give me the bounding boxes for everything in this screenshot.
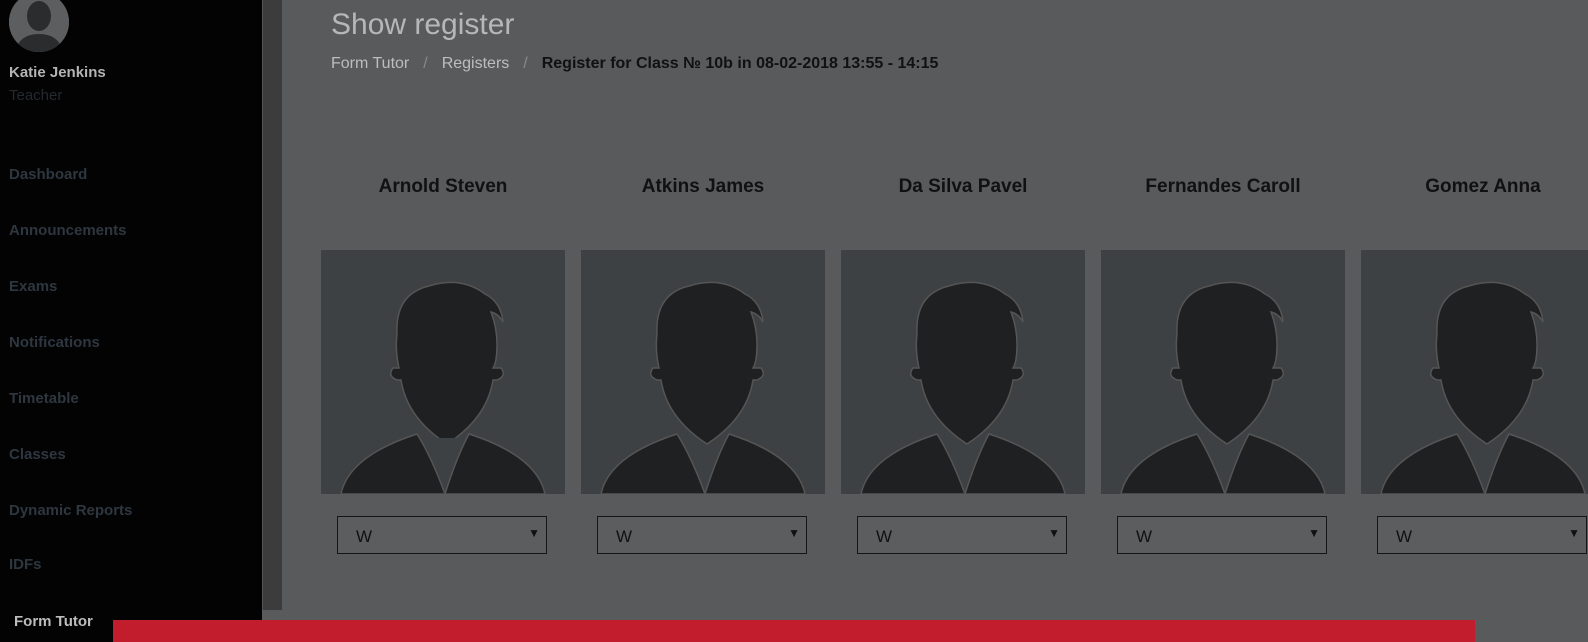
attendance-mark-value: W — [876, 527, 893, 546]
student-photo — [321, 250, 565, 494]
student-name: Gomez Anna — [1425, 176, 1541, 197]
attendance-mark-select[interactable]: W ▼ — [857, 516, 1067, 554]
sidebar-scrollbar[interactable] — [262, 0, 282, 610]
student-silhouette-icon — [581, 250, 825, 494]
sidebar: Katie Jenkins Teacher Dashboard Announce… — [0, 0, 262, 642]
student-photo — [841, 250, 1085, 494]
student-silhouette-icon — [1101, 250, 1345, 494]
user-role: Teacher — [9, 87, 63, 104]
student-photo — [1361, 250, 1588, 494]
dropdown-arrow-icon: ▼ — [1048, 526, 1060, 540]
student-name: Arnold Steven — [378, 176, 508, 197]
student-silhouette-icon — [321, 250, 565, 494]
attendance-mark-select[interactable]: W ▼ — [1117, 516, 1327, 554]
student-photo — [1101, 250, 1345, 494]
attendance-mark-value: W — [356, 527, 373, 546]
page-title: Show register — [331, 8, 515, 41]
nav-item-notifications[interactable]: Notifications — [9, 334, 100, 351]
student-photo — [581, 250, 825, 494]
dropdown-arrow-icon: ▼ — [1568, 526, 1580, 540]
nav-item-form-tutor[interactable]: Form Tutor — [14, 613, 93, 630]
user-silhouette-icon — [9, 0, 69, 52]
user-name: Katie Jenkins — [9, 64, 106, 81]
dropdown-arrow-icon: ▼ — [528, 526, 540, 540]
breadcrumb-form-tutor[interactable]: Form Tutor — [331, 55, 409, 72]
nav-item-timetable[interactable]: Timetable — [9, 390, 79, 407]
breadcrumb: Form Tutor / Registers / Register for Class … — [331, 55, 938, 73]
nav-item-idfs[interactable]: IDFs — [9, 556, 42, 573]
dropdown-arrow-icon: ▼ — [1308, 526, 1320, 540]
attendance-mark-value: W — [616, 527, 633, 546]
student-name: Atkins James — [641, 176, 765, 197]
attendance-mark-value: W — [1396, 527, 1413, 546]
breadcrumb-registers[interactable]: Registers — [442, 55, 510, 72]
student-card: Gomez Anna W ▼ — [1361, 170, 1588, 554]
user-avatar[interactable] — [9, 0, 69, 52]
nav-item-announcements[interactable]: Announcements — [9, 222, 127, 239]
nav-item-dynamic-reports[interactable]: Dynamic Reports — [9, 502, 132, 519]
nav-item-dashboard[interactable]: Dashboard — [9, 166, 87, 183]
student-card: Fernandes Caroll W ▼ — [1101, 170, 1345, 554]
attendance-mark-value: W — [1136, 527, 1153, 546]
student-card: Atkins James W ▼ — [581, 170, 825, 554]
student-name: Da Silva Pavel — [898, 176, 1028, 197]
dropdown-arrow-icon: ▼ — [788, 526, 800, 540]
nav-item-exams[interactable]: Exams — [9, 278, 57, 295]
breadcrumb-separator: / — [423, 55, 428, 72]
student-silhouette-icon — [1361, 250, 1588, 494]
footer-accent-bar — [113, 620, 1475, 642]
student-card: Da Silva Pavel W ▼ — [841, 170, 1085, 554]
attendance-mark-select[interactable]: W ▼ — [1377, 516, 1587, 554]
breadcrumb-separator: / — [523, 55, 528, 72]
nav-item-classes[interactable]: Classes — [9, 446, 66, 463]
breadcrumb-current: Register for Class № 10b in 08-02-2018 1… — [541, 55, 939, 72]
student-name: Fernandes Caroll — [1145, 176, 1301, 197]
attendance-mark-select[interactable]: W ▼ — [597, 516, 807, 554]
student-card: Arnold Steven W ▼ — [321, 170, 565, 554]
attendance-mark-select[interactable]: W ▼ — [337, 516, 547, 554]
student-silhouette-icon — [841, 250, 1085, 494]
